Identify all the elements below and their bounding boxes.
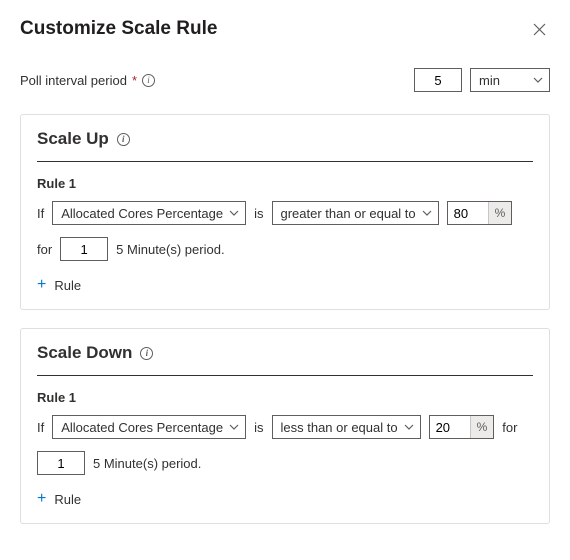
scale-down-operator-select[interactable]: less than or equal to bbox=[272, 415, 421, 439]
chevron-down-icon bbox=[422, 210, 432, 216]
period-text: 5 Minute(s) period. bbox=[116, 242, 224, 257]
scale-up-periods-input[interactable] bbox=[60, 237, 108, 261]
chevron-down-icon bbox=[229, 210, 239, 216]
for-label: for bbox=[37, 242, 52, 257]
scale-down-rule-row: If Allocated Cores Percentage is less th… bbox=[37, 415, 533, 475]
scale-up-rule-row: If Allocated Cores Percentage is greater… bbox=[37, 201, 533, 261]
scale-down-metric-select[interactable]: Allocated Cores Percentage bbox=[52, 415, 246, 439]
metric-value: Allocated Cores Percentage bbox=[61, 206, 223, 221]
scale-down-periods-input[interactable] bbox=[37, 451, 85, 475]
scale-up-operator-select[interactable]: greater than or equal to bbox=[272, 201, 439, 225]
scale-up-threshold-field: % bbox=[447, 201, 513, 225]
scale-down-card: Scale Down i Rule 1 If Allocated Cores P… bbox=[20, 328, 550, 524]
scale-down-threshold-input[interactable] bbox=[430, 416, 470, 438]
operator-value: less than or equal to bbox=[281, 420, 398, 435]
if-label: If bbox=[37, 420, 44, 435]
info-icon[interactable]: i bbox=[117, 133, 130, 146]
plus-icon: + bbox=[37, 277, 46, 293]
chevron-down-icon bbox=[404, 424, 414, 430]
percent-label: % bbox=[470, 416, 494, 438]
close-button[interactable] bbox=[529, 19, 550, 40]
scale-down-add-rule-button[interactable]: + Rule bbox=[37, 489, 81, 509]
poll-interval-input[interactable] bbox=[414, 68, 462, 92]
scale-up-card: Scale Up i Rule 1 If Allocated Cores Per… bbox=[20, 114, 550, 310]
add-rule-label: Rule bbox=[54, 278, 81, 293]
if-label: If bbox=[37, 206, 44, 221]
percent-label: % bbox=[488, 202, 512, 224]
for-label: for bbox=[502, 420, 517, 435]
scale-up-add-rule-button[interactable]: + Rule bbox=[37, 275, 81, 295]
poll-unit-value: min bbox=[479, 73, 500, 88]
plus-icon: + bbox=[37, 491, 46, 507]
scale-up-metric-select[interactable]: Allocated Cores Percentage bbox=[52, 201, 246, 225]
add-rule-label: Rule bbox=[54, 492, 81, 507]
metric-value: Allocated Cores Percentage bbox=[61, 420, 223, 435]
chevron-down-icon bbox=[533, 77, 543, 83]
scale-up-threshold-input[interactable] bbox=[448, 202, 488, 224]
info-icon[interactable]: i bbox=[140, 347, 153, 360]
scale-up-title: Scale Up bbox=[37, 129, 109, 149]
period-text: 5 Minute(s) period. bbox=[93, 456, 201, 471]
is-label: is bbox=[254, 206, 263, 221]
info-icon[interactable]: i bbox=[142, 74, 155, 87]
is-label: is bbox=[254, 420, 263, 435]
scale-up-rule-title: Rule 1 bbox=[37, 176, 533, 191]
scale-down-title: Scale Down bbox=[37, 343, 132, 363]
scale-down-rule-title: Rule 1 bbox=[37, 390, 533, 405]
page-title: Customize Scale Rule bbox=[20, 18, 217, 40]
panel-header: Customize Scale Rule bbox=[20, 18, 550, 40]
poll-unit-select[interactable]: min bbox=[470, 68, 550, 92]
required-asterisk: * bbox=[132, 73, 137, 88]
chevron-down-icon bbox=[229, 424, 239, 430]
operator-value: greater than or equal to bbox=[281, 206, 416, 221]
scale-down-threshold-field: % bbox=[429, 415, 495, 439]
close-icon bbox=[533, 23, 546, 36]
poll-interval-label: Poll interval period bbox=[20, 73, 127, 88]
poll-interval-row: Poll interval period * i min bbox=[20, 68, 550, 92]
